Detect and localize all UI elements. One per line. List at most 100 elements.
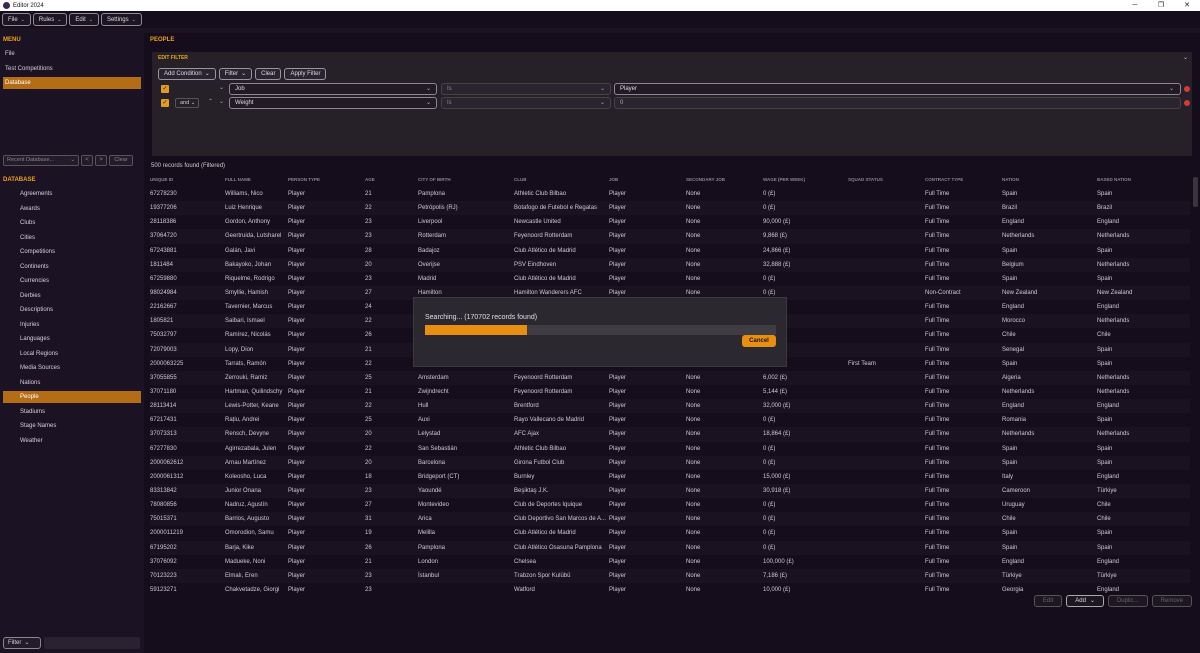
col-header-secondary-job[interactable]: SECONDARY JOB	[686, 177, 725, 182]
db-item-stadiums[interactable]: Stadiums	[3, 406, 141, 418]
table-row[interactable]: 37076092 Madueke, Noni Player 21 London Chels…	[150, 555, 1190, 569]
sidebar-item-test-competitions[interactable]: Test Competitions	[3, 63, 141, 75]
table-row[interactable]: 28118386 Gordon, Anthony Player 23 Liverpool…	[150, 215, 1190, 229]
table-row[interactable]: 37071180 Hartman, Quilindschy Player 21 Zwij…	[150, 385, 1190, 399]
db-item-descriptions[interactable]: Descriptions	[3, 304, 141, 316]
recent-database-clear-button[interactable]: Clear	[109, 155, 133, 166]
condition-checkbox[interactable]: ✓	[161, 99, 169, 107]
move-down-icon[interactable]: ⌄	[219, 98, 224, 105]
sidebar-item-file[interactable]: File	[3, 48, 141, 60]
col-header-club[interactable]: CLUB	[514, 177, 527, 182]
sidebar-filter-button[interactable]: Filter ⌄	[3, 637, 41, 649]
add-button[interactable]: Add ⌄	[1066, 595, 1104, 607]
filter-dropdown-button[interactable]: Filter ⌄	[218, 68, 253, 80]
col-header-unique-id[interactable]: UNIQUE ID	[150, 177, 173, 182]
table-row[interactable]: 37073313 Rensch, Devyne Player 20 Lelystad AF…	[150, 427, 1190, 442]
move-up-icon[interactable]: ⌃	[208, 98, 213, 105]
db-item-competitions[interactable]: Competitions	[3, 246, 141, 258]
table-row[interactable]: 78080856 Nadruz, Agustín Player 27 Montevide…	[150, 498, 1190, 512]
db-item-weather[interactable]: Weather	[3, 435, 141, 447]
db-item-currencies[interactable]: Currencies	[3, 275, 141, 287]
close-icon[interactable]: ✕	[1174, 0, 1200, 11]
db-item-cities[interactable]: Cities	[3, 232, 141, 244]
db-item-agreements[interactable]: Agreements	[3, 188, 141, 200]
add-condition-button[interactable]: Add Condition ⌄	[158, 68, 216, 80]
col-header-wage[interactable]: WAGE (PER WEEK)	[763, 177, 805, 182]
db-item-continents[interactable]: Continents	[3, 261, 141, 273]
col-header-city-of-birth[interactable]: CITY OF BIRTH	[418, 177, 451, 182]
condition-connector-select[interactable]: and ⌄	[175, 98, 199, 108]
collapse-icon[interactable]: ⌄	[1183, 54, 1188, 61]
menu-file[interactable]: File ⌄	[2, 13, 31, 26]
cell-based-nation: Spain	[1097, 346, 1113, 353]
table-row[interactable]: 75015371 Barrios, Augusto Player 31 Arica Clu…	[150, 512, 1190, 527]
db-item-local-regions[interactable]: Local Regions	[3, 348, 141, 360]
menu-edit[interactable]: Edit ⌄	[69, 13, 99, 26]
table-row[interactable]: 67278230 Williams, Nico Player 21 Pamplona At…	[150, 187, 1190, 201]
maximize-icon[interactable]: ❐	[1148, 0, 1174, 11]
condition-operator-select[interactable]: Is ⌄	[441, 83, 611, 95]
apply-filter-button[interactable]: Apply Filter	[284, 68, 327, 80]
menu-settings[interactable]: Settings ⌄	[100, 13, 142, 26]
sidebar-filter-input[interactable]	[44, 637, 140, 649]
table-row[interactable]: 2000011219 Omorodion, Samu Player 19 Melilla…	[150, 526, 1190, 540]
table-row[interactable]: 67243881 Galán, Javi Player 28 Badajoz Club A…	[150, 244, 1190, 258]
db-item-nations[interactable]: Nations	[3, 377, 141, 389]
db-item-stage-names[interactable]: Stage Names	[3, 420, 141, 432]
db-item-people[interactable]: People	[3, 391, 141, 403]
remove-condition-icon[interactable]	[1184, 86, 1190, 92]
col-header-job[interactable]: JOB	[609, 177, 618, 182]
recent-database-dropdown[interactable]: Recent Database... ⌄	[3, 155, 79, 166]
col-header-contract-type[interactable]: CONTRACT TYPE	[925, 177, 963, 182]
db-item-injuries[interactable]: Injuries	[3, 319, 141, 331]
condition-operator-select[interactable]: Is ⌄	[441, 97, 611, 109]
table-row[interactable]: 37064720 Geertruida, Lutsharel Player 23 Rot…	[150, 229, 1190, 244]
db-item-awards[interactable]: Awards	[3, 203, 141, 215]
table-row[interactable]: 67195202 Barja, Kike Player 26 Pamplona Club …	[150, 540, 1190, 555]
table-row[interactable]: 67277830 Agirrezabala, Julen Player 22 San S…	[150, 442, 1190, 456]
minimize-icon[interactable]: ─	[1122, 0, 1148, 11]
condition-field-select[interactable]: Weight ⌄	[229, 97, 437, 109]
table-row[interactable]: 37055855 Zerrouki, Ramiz Player 25 Amsterdam…	[150, 370, 1190, 385]
table-row[interactable]: 67259880 Riquelme, Rodrigo Player 23 Madrid C…	[150, 272, 1190, 286]
duplicate-button[interactable]: Duplic...	[1107, 595, 1148, 607]
db-item-media-sources[interactable]: Media Sources	[3, 362, 141, 374]
menu-rules[interactable]: Rules ⌄	[32, 13, 68, 26]
table-row[interactable]: 2000061312 Koleosho, Luca Player 18 Bridgepo…	[150, 470, 1190, 484]
previous-button[interactable]: <	[81, 155, 93, 166]
condition-field-select[interactable]: Job ⌄	[229, 83, 437, 95]
remove-button[interactable]: Remove	[1151, 595, 1192, 607]
table-scrollbar[interactable]	[1193, 177, 1198, 207]
table-row[interactable]: 83313842 Junior Onana Player 23 Yaoundé Beşik…	[150, 483, 1190, 499]
cancel-search-button[interactable]: Cancel	[742, 335, 776, 347]
move-down-icon[interactable]: ⌄	[219, 84, 224, 91]
db-item-clubs[interactable]: Clubs	[3, 217, 141, 229]
condition-value-input[interactable]: 0	[614, 97, 1181, 109]
sidebar-item-database[interactable]: Database	[3, 77, 141, 89]
cell-club: AFC Ajax	[514, 431, 540, 438]
col-header-age[interactable]: AGE	[365, 177, 375, 182]
col-header-squad-status[interactable]: SQUAD STATUS	[848, 177, 883, 182]
cell-unique-id: 59123271	[150, 586, 177, 593]
condition-value-select[interactable]: Player ⌄	[614, 83, 1181, 95]
db-item-languages[interactable]: Languages	[3, 333, 141, 345]
db-item-derbies[interactable]: Derbies	[3, 290, 141, 302]
table-row[interactable]: 1811484 Bakayoko, Johan Player 20 Overijse PS…	[150, 257, 1190, 272]
col-header-person-type[interactable]: PERSON TYPE	[288, 177, 320, 182]
col-header-based-nation[interactable]: BASED NATION	[1097, 177, 1131, 182]
cell-club: Botafogo de Futebol e Regatas	[514, 205, 598, 212]
table-row[interactable]: 19377206 Luiz Henrique Player 22 Petrópolis …	[150, 201, 1190, 216]
table-row[interactable]: 2000062612 Arnau Martínez Player 20 Barcelon…	[150, 455, 1190, 470]
remove-condition-icon[interactable]	[1184, 100, 1190, 106]
cell-age: 28	[365, 247, 372, 254]
condition-checkbox[interactable]: ✓	[161, 85, 169, 93]
edit-button[interactable]: Edit	[1033, 595, 1063, 607]
cell-secondary-job: None	[686, 261, 701, 268]
table-row[interactable]: 67217431 Rațiu, Andrei Player 25 Auxi Rayo Va…	[150, 413, 1190, 427]
col-header-nation[interactable]: NATION	[1002, 177, 1019, 182]
next-button[interactable]: >	[95, 155, 107, 166]
table-row[interactable]: 70123223 Elmalı, Eren Player 23 İstanbul Trab…	[150, 568, 1190, 583]
col-header-full-name[interactable]: FULL NAME	[225, 177, 251, 182]
clear-filter-button[interactable]: Clear	[255, 68, 282, 80]
table-row[interactable]: 28113414 Lewis-Potter, Keane Player 22 Hull B…	[150, 399, 1190, 414]
